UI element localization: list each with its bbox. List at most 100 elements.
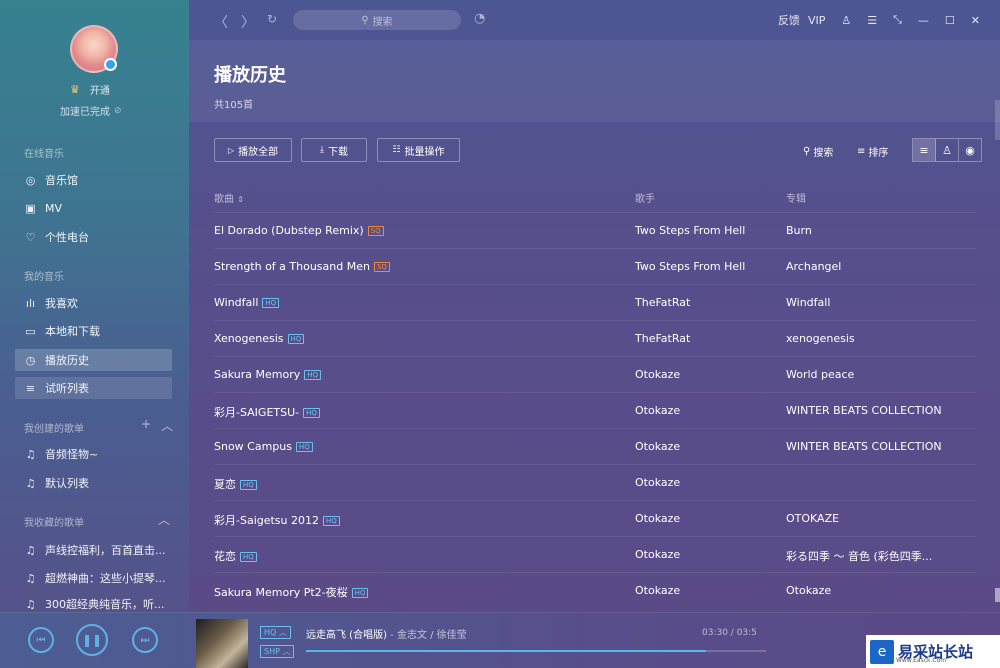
vip-link[interactable]: VIP xyxy=(808,14,825,27)
sidebar-item-label: 播放历史 xyxy=(45,354,89,367)
quality-badge: HQ xyxy=(240,480,257,490)
menu-icon[interactable]: ☰ xyxy=(867,14,877,27)
download-button[interactable]: ⤓ 下载 xyxy=(301,138,367,162)
sidebar-item-label: 个性电台 xyxy=(45,231,89,244)
add-playlist-icon[interactable]: + xyxy=(141,417,151,434)
artist-cell[interactable]: TheFatRat xyxy=(635,332,690,345)
quality-badge: HQ xyxy=(287,334,305,344)
album-cell[interactable]: Windfall xyxy=(786,296,830,309)
album-view-icon[interactable]: ◉ xyxy=(959,139,981,161)
music-note-icon: ♫ xyxy=(25,447,36,461)
like-bars-icon: ılı xyxy=(25,296,36,310)
sidebar-item-playlist[interactable]: ♫ 300超经典纯音乐，听... xyxy=(15,596,172,612)
prev-track-button[interactable]: ⏮ xyxy=(28,627,54,653)
recognize-icon[interactable]: ◔ xyxy=(474,11,485,26)
table-row[interactable]: Xenogenesis HQ TheFatRat xenogenesis xyxy=(214,320,976,356)
album-cell[interactable]: Archangel xyxy=(786,260,841,273)
quality-shp-selector[interactable]: SHP ︿ xyxy=(260,645,295,658)
play-all-button[interactable]: ▷ 播放全部 xyxy=(214,138,292,162)
album-cell[interactable]: Burn xyxy=(786,224,812,237)
album-cell[interactable]: World peace xyxy=(786,368,854,381)
table-row[interactable]: 花恋 HQ Otokaze 彩る四季 ～ 音色 (彩色四季... xyxy=(214,536,976,572)
vip-open-link[interactable]: 开通 xyxy=(90,82,110,97)
maximize-icon[interactable]: ☐ xyxy=(945,14,955,27)
song-title-cell: 彩月-Saigetsu 2012 HQ xyxy=(214,512,340,528)
progress-bar[interactable] xyxy=(306,650,766,652)
skin-shirt-icon[interactable]: ♙ xyxy=(841,14,851,27)
quality-hq-selector[interactable]: HQ ︿ xyxy=(260,626,291,639)
scrollbar-thumb[interactable] xyxy=(995,588,1000,602)
table-row[interactable]: Strength of a Thousand Men SQ Two Steps Fr… xyxy=(214,248,976,284)
play-all-label: 播放全部 xyxy=(238,146,279,158)
quality-badge: SQ xyxy=(367,226,384,236)
pause-button[interactable]: ❚❚ xyxy=(76,624,108,656)
sidebar-item-history[interactable]: ◷ 播放历史 xyxy=(15,349,172,371)
sort-button[interactable]: ≡ 排序 xyxy=(857,144,888,159)
artist-cell[interactable]: Otokaze xyxy=(635,440,680,453)
artist-cell[interactable]: Two Steps From Hell xyxy=(635,224,745,237)
table-row[interactable]: 夏恋 HQ Otokaze xyxy=(214,464,976,500)
close-icon[interactable]: ✕ xyxy=(971,14,980,27)
collapse-icon[interactable]: ︿ xyxy=(161,417,173,434)
sort-label: 排序 xyxy=(868,148,889,159)
album-cell[interactable]: xenogenesis xyxy=(786,332,855,345)
sidebar-item-trial-list[interactable]: ≡ 试听列表 xyxy=(15,377,172,399)
album-cell[interactable]: WINTER BEATS COLLECTION xyxy=(786,440,942,453)
artist-cell[interactable]: Otokaze xyxy=(635,476,680,489)
table-row[interactable]: Sakura Memory Pt2-夜桜 HQ Otokaze Otokaze xyxy=(214,572,976,608)
now-playing-title[interactable]: 远走高飞 (合唱版) xyxy=(306,630,387,641)
batch-button[interactable]: ☷ 批量操作 xyxy=(377,138,460,162)
table-row[interactable]: El Dorado (Dubstep Remix) SQ Two Steps Fro… xyxy=(214,212,976,248)
album-cell[interactable]: WINTER BEATS COLLECTION xyxy=(786,404,942,417)
sidebar-item-playlist[interactable]: ♫ 声线控福利，百首直击... xyxy=(15,539,172,561)
album-cell[interactable]: OTOKAZE xyxy=(786,512,839,525)
song-title: 夏恋 xyxy=(214,478,236,491)
sidebar-item-label: 试听列表 xyxy=(45,382,89,395)
table-row[interactable]: Snow Campus HQ Otokaze WINTER BEATS COLLECT… xyxy=(214,428,976,464)
artist-cell[interactable]: Otokaze xyxy=(635,548,680,561)
next-track-button[interactable]: ⏭ xyxy=(132,627,158,653)
artist-cell[interactable]: Otokaze xyxy=(635,584,680,597)
feedback-link[interactable]: 反馈 xyxy=(778,12,800,28)
sidebar-item-playlist[interactable]: ♫ 音频怪物~ xyxy=(15,443,172,465)
sidebar-item-playlist[interactable]: ♫ 超燃神曲：这些小提琴... xyxy=(15,567,172,589)
now-playing-artist[interactable]: - 金志文 / 徐佳莹 xyxy=(387,630,467,641)
forward-icon[interactable]: 〉 xyxy=(241,12,255,32)
artist-view-icon[interactable]: ♙ xyxy=(936,139,959,161)
artist-cell[interactable]: TheFatRat xyxy=(635,296,690,309)
collapse-icon[interactable]: ︿ xyxy=(158,511,170,528)
list-search-button[interactable]: ⚲ 搜索 xyxy=(803,144,833,159)
sidebar-item-playlist[interactable]: ♫ 默认列表 xyxy=(15,472,172,494)
sidebar-item-local[interactable]: ▭ 本地和下载 xyxy=(15,320,172,342)
sidebar-item-mv[interactable]: ▣ MV xyxy=(15,197,172,219)
artist-cell[interactable]: Otokaze xyxy=(635,512,680,525)
search-input[interactable]: ⚲ 搜索 xyxy=(293,10,461,30)
song-title: 花恋 xyxy=(214,550,236,563)
accel-label: 加速已完成 xyxy=(60,107,110,118)
sidebar-item-label: MV xyxy=(45,201,63,215)
artist-cell[interactable]: Otokaze xyxy=(635,404,680,417)
table-row[interactable]: 彩月-SAIGETSU- HQ Otokaze WINTER BEATS COLLEC… xyxy=(214,392,976,428)
mini-mode-icon[interactable]: ⤡ xyxy=(893,13,902,27)
artist-cell[interactable]: Two Steps From Hell xyxy=(635,260,745,273)
album-cell[interactable]: Otokaze xyxy=(786,584,831,597)
back-icon[interactable]: 〈 xyxy=(214,12,228,32)
col-song-header[interactable]: 歌曲 ⇕ xyxy=(214,190,244,205)
sidebar-item-label: 超燃神曲：这些小提琴... xyxy=(45,572,166,585)
list-view-icon[interactable]: ≡ xyxy=(913,139,936,161)
album-cover[interactable] xyxy=(196,619,248,668)
album-cell[interactable]: 彩る四季 ～ 音色 (彩色四季... xyxy=(786,548,932,564)
quality-badge: SQ xyxy=(373,262,390,272)
song-title: Snow Campus xyxy=(214,440,292,453)
sidebar-item-liked[interactable]: ılı 我喜欢 xyxy=(15,292,172,314)
vip-crown-icon: ♛ xyxy=(70,83,80,96)
table-row[interactable]: Windfall HQ TheFatRat Windfall xyxy=(214,284,976,320)
refresh-icon[interactable]: ↻ xyxy=(267,12,277,26)
sidebar-item-label: 声线控福利，百首直击... xyxy=(45,544,166,557)
table-row[interactable]: Sakura Memory HQ Otokaze World peace xyxy=(214,356,976,392)
sidebar-item-music-hall[interactable]: ◎ 音乐馆 xyxy=(15,169,172,191)
sidebar-item-radio[interactable]: ♡ 个性电台 xyxy=(15,226,172,248)
minimize-icon[interactable]: — xyxy=(918,14,929,27)
table-row[interactable]: 彩月-Saigetsu 2012 HQ Otokaze OTOKAZE xyxy=(214,500,976,536)
artist-cell[interactable]: Otokaze xyxy=(635,368,680,381)
